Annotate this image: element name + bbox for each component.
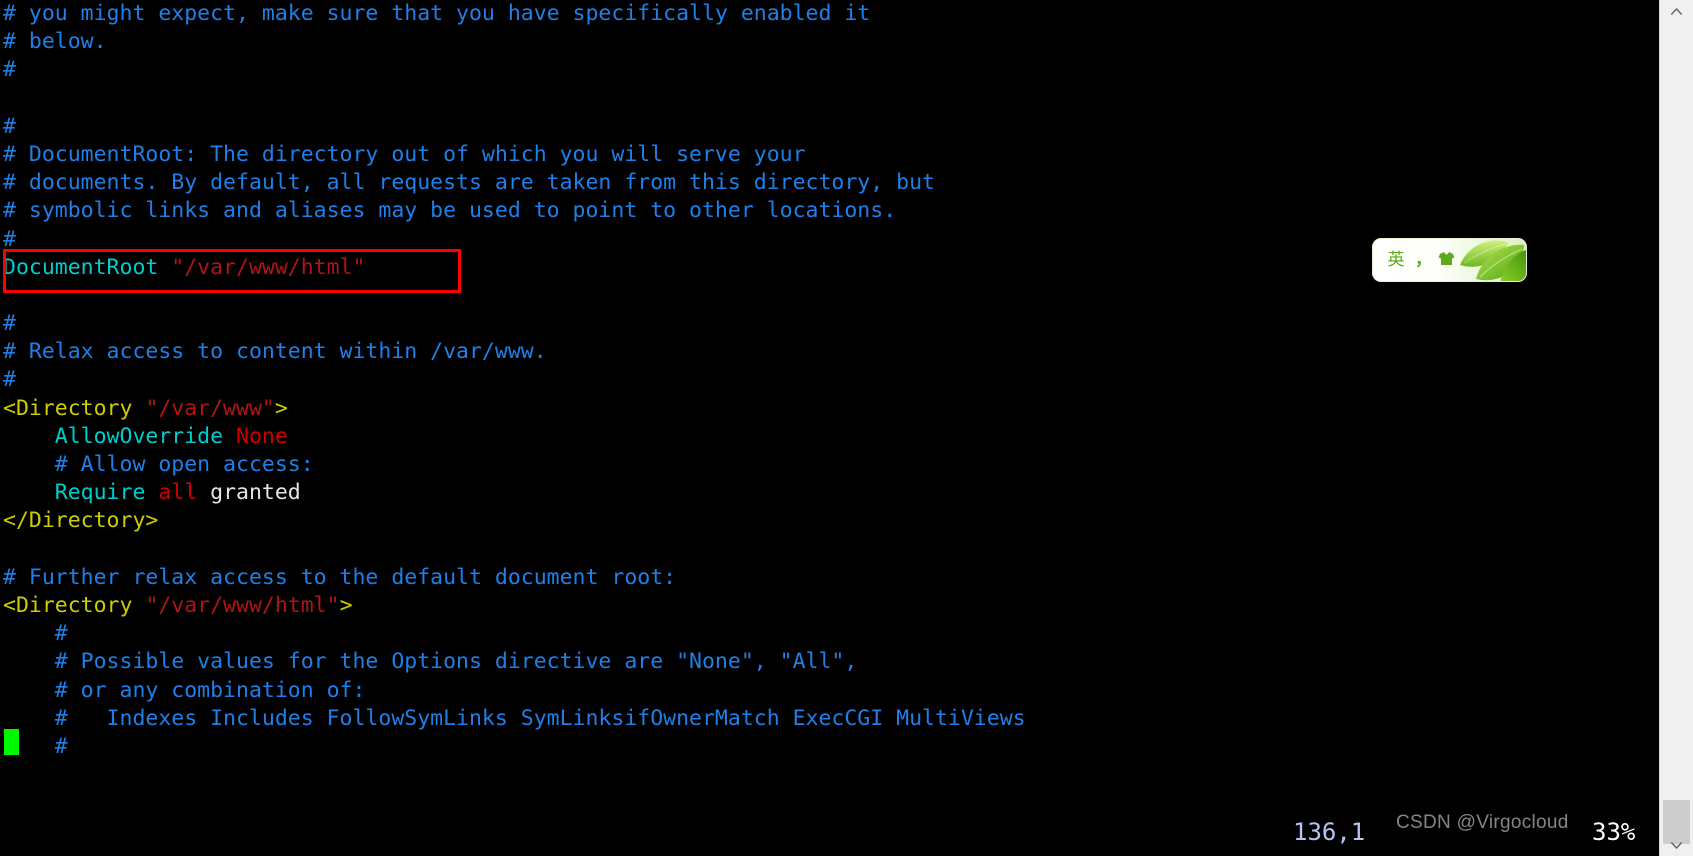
leaf-logo-icon [1460,240,1526,281]
scrollbar-down-arrow-icon[interactable] [1660,834,1693,856]
editor-line-segment: # Relax access to content within /var/ww… [3,339,547,365]
editor-line-segment: > [274,395,288,421]
editor-line-segment: "/var/www/html" [145,592,340,618]
scrollbar-track[interactable] [1660,22,1693,844]
editor-line: # DocumentRoot: The directory out of whi… [0,141,1660,169]
editor-line-segment: </Directory> [3,508,159,534]
editor-line-segment: # or any combination of: [3,677,366,703]
editor-line: # Indexes Includes FollowSymLinks SymLin… [0,705,1660,733]
text-cursor [4,729,19,755]
editor-line-segment: "/var/www/html" [171,254,366,280]
editor-line-segment: Require [3,480,159,506]
editor-line-segment: # Allow open access: [3,452,314,477]
editor-line-segment: # [3,113,16,139]
editor-line: # Possible values for the Options direct… [0,648,1660,676]
editor-line: # symbolic links and aliases may be used… [0,197,1660,225]
editor-line-segment: all [158,480,211,506]
editor-line: # [0,366,1660,394]
editor-line: AllowOverride None [0,423,1660,451]
editor-line: # Further relax access to the default do… [0,564,1660,592]
editor-line: </Directory> [0,507,1660,535]
editor-line-segment: # Possible values for the Options direct… [3,649,858,675]
editor-line-segment: # [3,226,16,252]
editor-line-segment: # Further relax access to the default do… [3,564,677,590]
editor-text-area[interactable]: # you might expect, make sure that you h… [0,0,1660,856]
editor-line-segment: <Directory [3,395,146,421]
editor-line: # [0,620,1660,648]
editor-line-segment: # symbolic links and aliases may be used… [3,198,897,224]
ime-floating-toolbar[interactable]: 英 ， [1372,238,1527,282]
editor-line: # [0,310,1660,338]
editor-line-segment: # [3,367,16,393]
ime-punctuation-toggle[interactable]: ， [1415,251,1432,269]
editor-line: # documents. By default, all requests ar… [0,169,1660,197]
editor-line: # Relax access to content within /var/ww… [0,338,1660,366]
editor-line-segment: DocumentRoot [3,254,172,280]
editor-line-segment: AllowOverride [3,423,236,449]
scrollbar-up-arrow-icon[interactable] [1660,0,1693,22]
editor-line: # [0,733,1660,761]
editor-line: # [0,56,1660,84]
csdn-watermark: CSDN @Virgocloud [1396,812,1569,833]
editor-line: # Allow open access: [0,451,1660,479]
cursor-position-indicator: 136,1 [1293,818,1366,846]
editor-line-segment: # [3,311,16,337]
editor-line: # or any combination of: [0,677,1660,705]
editor-line-segment: # documents. By default, all requests ar… [3,170,935,196]
editor-line-segment: "/var/www" [145,395,275,421]
ime-language-toggle[interactable]: 英 [1386,251,1406,269]
editor-line-segment: None [236,423,288,449]
editor-line-segment: granted [210,480,301,506]
editor-line: <Directory "/var/www/html"> [0,592,1660,620]
editor-line: # [0,113,1660,141]
editor-line: Require all granted [0,479,1660,507]
terminal-window: # you might expect, make sure that you h… [0,0,1693,856]
editor-line-segment: # below. [3,29,107,55]
editor-line-segment: > [339,592,353,618]
editor-line: # below. [0,28,1660,56]
scroll-percent-indicator: 33% [1592,818,1636,846]
editor-line-segment: # you might expect, make sure that you h… [3,1,871,26]
editor-line-segment: # [3,57,16,83]
editor-line-segment: # DocumentRoot: The directory out of whi… [3,141,806,167]
editor-line-segment: # Indexes Includes FollowSymLinks SymLin… [3,705,1026,731]
editor-line-segment: <Directory [3,592,146,618]
editor-line: # you might expect, make sure that you h… [0,0,1660,28]
ime-skin-shirt-icon[interactable] [1437,251,1455,269]
window-scrollbar[interactable] [1659,0,1693,856]
editor-line-segment: # [3,621,68,647]
editor-line: <Directory "/var/www"> [0,395,1660,423]
